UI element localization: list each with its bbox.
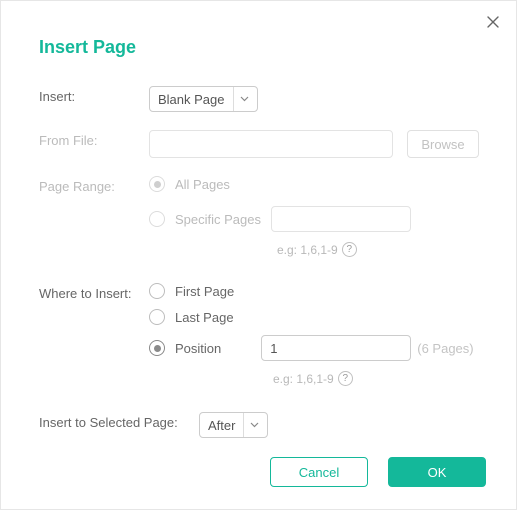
specific-pages-label: Specific Pages: [175, 212, 261, 227]
where-label: Where to Insert:: [31, 283, 149, 301]
help-icon[interactable]: ?: [342, 242, 357, 257]
position-label: Position: [175, 341, 221, 356]
position-hint: e.g: 1,6,1-9: [273, 372, 334, 386]
pages-count-note: (6 Pages): [417, 341, 473, 356]
chevron-down-icon: [243, 413, 259, 437]
browse-button: Browse: [407, 130, 479, 158]
all-pages-label: All Pages: [175, 177, 230, 192]
help-icon[interactable]: ?: [338, 371, 353, 386]
from-file-input: [149, 130, 393, 158]
chevron-down-icon: [233, 87, 249, 111]
from-file-label: From File:: [31, 130, 149, 148]
radio-position[interactable]: [149, 340, 165, 356]
specific-pages-input: [271, 206, 411, 232]
radio-last-page[interactable]: [149, 309, 165, 325]
page-range-label: Page Range:: [31, 176, 149, 194]
insert-type-value: Blank Page: [158, 92, 225, 107]
insert-page-dialog: Insert Page Insert: Blank Page From File…: [0, 0, 517, 510]
radio-first-page[interactable]: [149, 283, 165, 299]
first-page-label: First Page: [175, 284, 234, 299]
ok-button[interactable]: OK: [388, 457, 486, 487]
page-range-hint: e.g: 1,6,1-9: [277, 243, 338, 257]
radio-specific-pages: [149, 211, 165, 227]
insert-label: Insert:: [31, 86, 149, 104]
insert-type-select[interactable]: Blank Page: [149, 86, 258, 112]
close-icon[interactable]: [486, 15, 502, 31]
position-input[interactable]: [261, 335, 411, 361]
insert-to-selected-value: After: [208, 418, 235, 433]
dialog-title: Insert Page: [39, 37, 486, 58]
insert-to-selected-label: Insert to Selected Page:: [31, 412, 199, 430]
last-page-label: Last Page: [175, 310, 234, 325]
radio-all-pages: [149, 176, 165, 192]
insert-to-selected-select[interactable]: After: [199, 412, 268, 438]
cancel-button[interactable]: Cancel: [270, 457, 368, 487]
